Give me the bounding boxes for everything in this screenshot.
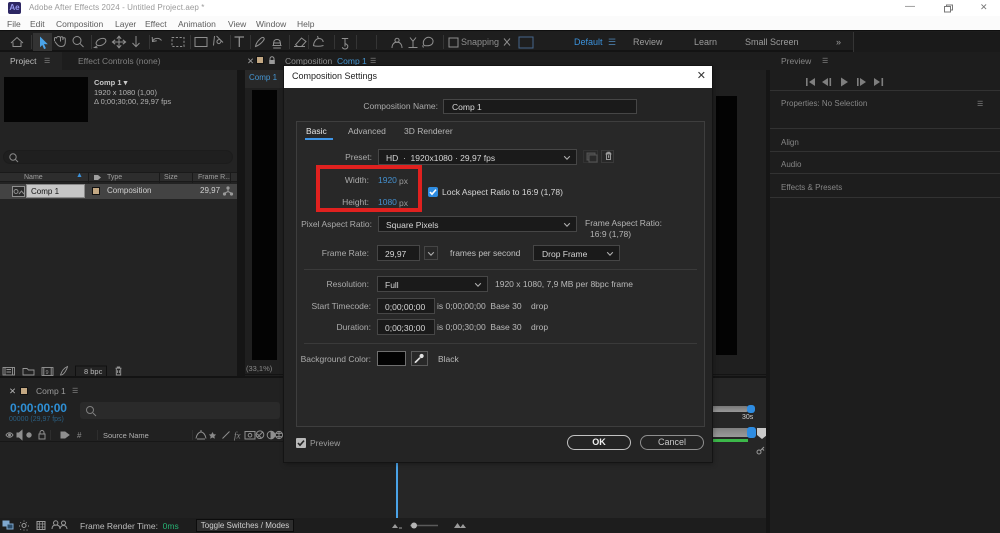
svg-text:9: 9 — [46, 370, 49, 376]
svg-text:Default: Default — [574, 37, 603, 47]
svg-text:Review: Review — [633, 37, 663, 47]
svg-text:☰: ☰ — [608, 37, 616, 47]
svg-text:fx: fx — [234, 431, 241, 441]
svg-text:Learn: Learn — [694, 37, 717, 47]
svg-text:#: # — [77, 431, 82, 440]
svg-text:Source Name: Source Name — [103, 431, 149, 440]
svg-text:8 bpc: 8 bpc — [84, 367, 103, 376]
svg-text:»: » — [836, 37, 841, 47]
svg-text:Small Screen: Small Screen — [745, 37, 799, 47]
svg-text:Snapping: Snapping — [461, 37, 499, 47]
